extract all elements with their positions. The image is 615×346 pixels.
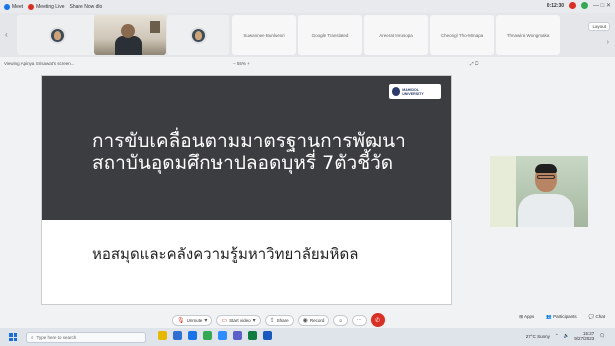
- chevron-left-icon[interactable]: ‹: [5, 30, 8, 39]
- notifications-icon[interactable]: 🗨: [599, 333, 605, 339]
- participant-tile[interactable]: Google Translated: [298, 15, 362, 55]
- recording-icon: [569, 2, 576, 9]
- share-screen-icon: ⇪: [269, 317, 275, 324]
- share-status-bar: Viewing Apinya Srisawat's screen... − 55…: [0, 60, 615, 70]
- taskbar-search-input[interactable]: ⌕ Type here to search: [26, 331, 146, 343]
- participant-tile[interactable]: [167, 15, 229, 55]
- university-logo: MAHIDOL UNIVERSITY: [389, 84, 441, 99]
- seal-icon: [392, 87, 401, 96]
- chevron-down-icon: ▾: [204, 317, 208, 324]
- leave-call-button[interactable]: ✆: [370, 313, 385, 327]
- slide-subtitle: หอสมุดและคลังความรู้มหาวิทยาลัยมหิดล: [92, 245, 359, 263]
- chevron-down-icon: ▾: [252, 317, 256, 324]
- chrome-icon[interactable]: [203, 331, 212, 340]
- store-icon[interactable]: [188, 331, 197, 340]
- live-icon: [28, 3, 35, 10]
- word-icon[interactable]: [263, 331, 272, 340]
- record-button[interactable]: ◉ Record: [297, 314, 330, 326]
- zoom-icon[interactable]: [218, 331, 227, 340]
- participant-tile[interactable]: Areerat Inrusopa: [364, 15, 428, 55]
- window-controls[interactable]: — □ ✕: [593, 2, 611, 9]
- app-menu-meeting-live[interactable]: Meeting Live: [28, 3, 64, 10]
- meeting-timer: 0:12:30: [546, 2, 564, 9]
- connection-icon: [581, 2, 588, 9]
- weather-widget[interactable]: 27°C Sunny: [526, 334, 550, 339]
- app-menu-share[interactable]: Share Now dlo: [69, 4, 102, 10]
- record-icon: ◉: [302, 317, 308, 324]
- teams-icon[interactable]: [233, 331, 242, 340]
- share-button[interactable]: ⇪ Share: [264, 314, 294, 326]
- shared-screen: MAHIDOL UNIVERSITY การขับเคลื่อนตามมาตรฐ…: [41, 75, 452, 305]
- zoom-control[interactable]: − 55% +: [233, 61, 250, 66]
- slide-title: การขับเคลื่อนตามมาตรฐานการพัฒนา สถาบันอุ…: [92, 130, 406, 174]
- more-button[interactable]: ⋯: [352, 314, 367, 326]
- network-icon[interactable]: ⌃: [555, 333, 559, 339]
- excel-icon[interactable]: [248, 331, 257, 340]
- phone-hangup-icon: ✆: [375, 317, 381, 324]
- view-options[interactable]: ⤢ ▢: [470, 61, 478, 66]
- unmute-button[interactable]: 🎙 Unmute ▾: [172, 314, 213, 326]
- camera-off-icon: ▭: [221, 317, 228, 324]
- avatar: [189, 26, 207, 44]
- participant-tile[interactable]: Cheongl Tho-Mmapa: [430, 15, 494, 55]
- presenter-label: Viewing Apinya Srisawat's screen...: [4, 61, 75, 66]
- app-menu-meet[interactable]: Meet: [4, 3, 23, 10]
- avatar: [48, 26, 66, 44]
- system-tray: 27°C Sunny ⌃ 🔈 15:27 9/27/2023 🗨: [526, 331, 605, 341]
- mic-off-icon: 🎙: [177, 317, 185, 324]
- start-video-button[interactable]: ▭ Start video ▾: [216, 314, 261, 326]
- participant-strip: ‹ Suwannee Bunluesri Google Translated A…: [0, 13, 615, 57]
- file-explorer-icon[interactable]: [158, 331, 167, 340]
- chat-button[interactable]: 💬 Chat: [589, 314, 605, 320]
- taskbar-apps: [158, 331, 272, 340]
- edge-icon[interactable]: [173, 331, 182, 340]
- layout-button[interactable]: Layout: [588, 22, 610, 31]
- meeting-controls: 🎙 Unmute ▾ ▭ Start video ▾ ⇪ Share ◉ Rec…: [172, 313, 385, 327]
- windows-start-icon[interactable]: [9, 333, 17, 341]
- volume-icon[interactable]: 🔈: [564, 333, 570, 339]
- participant-video-tile[interactable]: [94, 15, 166, 55]
- participant-tile[interactable]: [17, 15, 97, 55]
- windows-taskbar: ⌕ Type here to search 27°C Sunny ⌃ 🔈 15:…: [0, 328, 615, 346]
- participants-button[interactable]: 👥 Participants: [546, 314, 576, 320]
- reactions-button[interactable]: ☺: [333, 314, 349, 326]
- chevron-right-icon[interactable]: ›: [607, 39, 609, 46]
- search-icon: ⌕: [31, 334, 34, 340]
- meet-icon: [4, 3, 10, 10]
- title-bar: Meet Meeting Live Share Now dlo 0:12:30 …: [0, 0, 615, 13]
- participant-tile[interactable]: Thnawira Wongmaka: [496, 15, 560, 55]
- clock[interactable]: 15:27 9/27/2023: [574, 331, 594, 341]
- slide-header: MAHIDOL UNIVERSITY การขับเคลื่อนตามมาตรฐ…: [42, 76, 451, 220]
- participant-tile[interactable]: Suwannee Bunluesri: [232, 15, 296, 55]
- side-controls: ⊞ Apps 👥 Participants 💬 Chat: [519, 314, 605, 320]
- speaker-video[interactable]: [490, 156, 588, 227]
- apps-button[interactable]: ⊞ Apps: [519, 314, 534, 320]
